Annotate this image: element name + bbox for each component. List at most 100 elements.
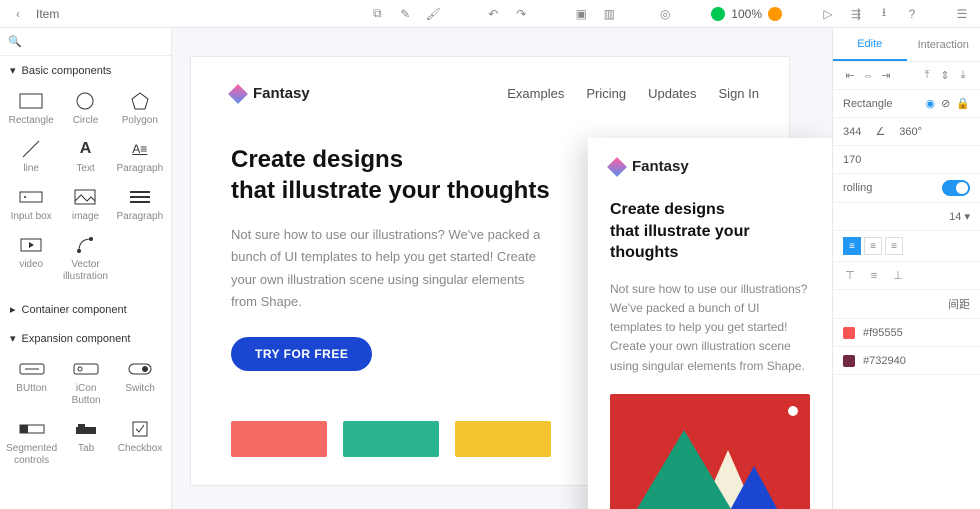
switch-icon <box>126 359 154 379</box>
polygon-icon <box>126 91 154 111</box>
swatch-2[interactable] <box>343 421 439 457</box>
hero-body[interactable]: Not sure how to use our illustrations? W… <box>231 224 551 312</box>
circle-icon <box>71 91 99 111</box>
share-icon[interactable]: ⇶ <box>846 4 866 24</box>
preview-illustration <box>610 394 810 509</box>
text-align-row: ≡ ≡ ≡ <box>833 231 980 262</box>
comp-video[interactable]: video <box>4 229 58 289</box>
align-right-icon[interactable]: ⇥ <box>879 69 893 83</box>
brand-logo[interactable]: Fantasy <box>231 85 310 102</box>
align-left-icon[interactable]: ⇤ <box>843 69 857 83</box>
comp-paragraph2[interactable]: Paragraph <box>113 181 167 229</box>
scroll-toggle[interactable] <box>942 180 970 196</box>
icon-button-icon <box>72 359 100 379</box>
comp-paragraph[interactable]: A≡Paragraph <box>113 133 167 181</box>
color-row-2[interactable]: #732940 <box>833 347 980 375</box>
play-icon[interactable]: ▷ <box>818 4 838 24</box>
align-bottom-icon[interactable]: ⤓ <box>956 69 970 83</box>
comp-image[interactable]: image <box>58 181 112 229</box>
zoom-add-icon[interactable] <box>768 7 782 21</box>
num-value[interactable]: 14 <box>949 211 961 223</box>
ungroup-icon[interactable]: ▥ <box>599 4 619 24</box>
text-align-center[interactable]: ≡ <box>864 237 882 255</box>
tab-edit[interactable]: Edite <box>833 28 907 61</box>
help-icon[interactable]: ? <box>902 4 922 24</box>
visibility-icon[interactable]: ◉ <box>925 97 935 110</box>
valign-mid-icon[interactable]: ≡ <box>867 269 881 283</box>
video-icon <box>17 235 45 255</box>
section-container-header[interactable]: ▸Container component <box>0 295 171 324</box>
line-icon <box>17 139 45 159</box>
tab-icon <box>72 419 100 439</box>
nav-signin[interactable]: Sign In <box>719 86 759 101</box>
nav-examples[interactable]: Examples <box>507 86 564 101</box>
search-input[interactable]: 🔍 <box>0 28 171 56</box>
text-align-left[interactable]: ≡ <box>843 237 861 255</box>
rotation-value[interactable]: 360° <box>899 126 922 138</box>
top-toolbar: ‹ Item ⧉ ✎ 🖌 ↶ ↷ ▣ ▥ ◎ 100% ▷ ⇶ ⭳ ? ☰ <box>0 0 980 28</box>
align-top-icon[interactable]: ⤒ <box>920 69 934 83</box>
text-align-right[interactable]: ≡ <box>885 237 903 255</box>
hero-title[interactable]: Create designsthat illustrate your thoug… <box>231 144 551 206</box>
valign-bot-icon[interactable]: ⊥ <box>891 269 905 283</box>
pen-tool-icon[interactable]: ✎ <box>395 4 415 24</box>
image-icon <box>71 187 99 207</box>
align-middle-icon[interactable]: ⇕ <box>938 69 952 83</box>
spacing-label: 间距 <box>948 296 970 312</box>
x-value[interactable]: 344 <box>843 126 861 138</box>
menu-icon[interactable]: ☰ <box>952 4 972 24</box>
zoom-control[interactable]: 100% <box>711 7 782 21</box>
vertical-align-row: ⊤ ≡ ⊥ <box>833 262 980 290</box>
comp-segmented[interactable]: Segmented controls <box>4 413 59 473</box>
position-row: 344 ∠ 360° <box>833 118 980 146</box>
components-panel: 🔍 ▾Basic components Rectangle Circle Pol… <box>0 28 172 509</box>
swatch-3[interactable] <box>455 421 551 457</box>
text-icon: A <box>71 139 99 159</box>
add-artboard-icon[interactable]: ⧉ <box>367 4 387 24</box>
y-row: 170 <box>833 146 980 174</box>
color-swatch-icon <box>843 327 855 339</box>
section-basic-header[interactable]: ▾Basic components <box>0 56 171 85</box>
section-expansion-header[interactable]: ▾Expansion component <box>0 324 171 353</box>
comp-tab[interactable]: Tab <box>59 413 113 473</box>
no-icon[interactable]: ⊘ <box>941 97 950 110</box>
comp-vector[interactable]: Vector illustration <box>58 229 112 289</box>
nav-pricing[interactable]: Pricing <box>586 86 626 101</box>
back-icon[interactable]: ‹ <box>8 4 28 24</box>
mobile-preview[interactable]: Fantasy Create designsthat illustrate yo… <box>588 138 832 509</box>
redo-icon[interactable]: ↷ <box>511 4 531 24</box>
group-icon[interactable]: ▣ <box>571 4 591 24</box>
cta-button[interactable]: TRY FOR FREE <box>231 337 372 371</box>
comp-text[interactable]: AText <box>58 133 112 181</box>
selection-row: Rectangle ◉ ⊘ 🔒 <box>833 90 980 118</box>
swatch-1[interactable] <box>231 421 327 457</box>
breadcrumb-item[interactable]: Item <box>36 7 59 21</box>
rectangle-icon <box>17 91 45 111</box>
align-center-icon[interactable]: ⇔ <box>861 69 875 83</box>
y-value[interactable]: 170 <box>843 154 861 166</box>
download-icon[interactable]: ⭳ <box>874 4 894 24</box>
selection-name: Rectangle <box>843 98 893 110</box>
comp-input[interactable]: Input box <box>4 181 58 229</box>
comp-circle[interactable]: Circle <box>58 85 112 133</box>
target-icon[interactable]: ◎ <box>655 4 675 24</box>
comp-icon-button[interactable]: iCon Button <box>59 353 113 413</box>
rolling-label: rolling <box>843 182 872 194</box>
angle-icon: ∠ <box>875 125 885 138</box>
canvas[interactable]: Fantasy Examples Pricing Updates Sign In… <box>172 28 832 509</box>
comp-polygon[interactable]: Polygon <box>113 85 167 133</box>
lock-icon[interactable]: 🔒 <box>956 97 970 110</box>
valign-top-icon[interactable]: ⊤ <box>843 269 857 283</box>
comp-line[interactable]: line <box>4 133 58 181</box>
checkbox-icon <box>126 419 154 439</box>
comp-button[interactable]: BUtton <box>4 353 59 413</box>
comp-switch[interactable]: Switch <box>113 353 167 413</box>
undo-icon[interactable]: ↶ <box>483 4 503 24</box>
brush-icon[interactable]: 🖌 <box>423 4 443 24</box>
nav-updates[interactable]: Updates <box>648 86 696 101</box>
tab-interaction[interactable]: Interaction <box>907 28 980 61</box>
comp-rectangle[interactable]: Rectangle <box>4 85 58 133</box>
comp-checkbox[interactable]: Checkbox <box>113 413 167 473</box>
color-swatches <box>231 421 551 457</box>
color-row-1[interactable]: #f95555 <box>833 319 980 347</box>
